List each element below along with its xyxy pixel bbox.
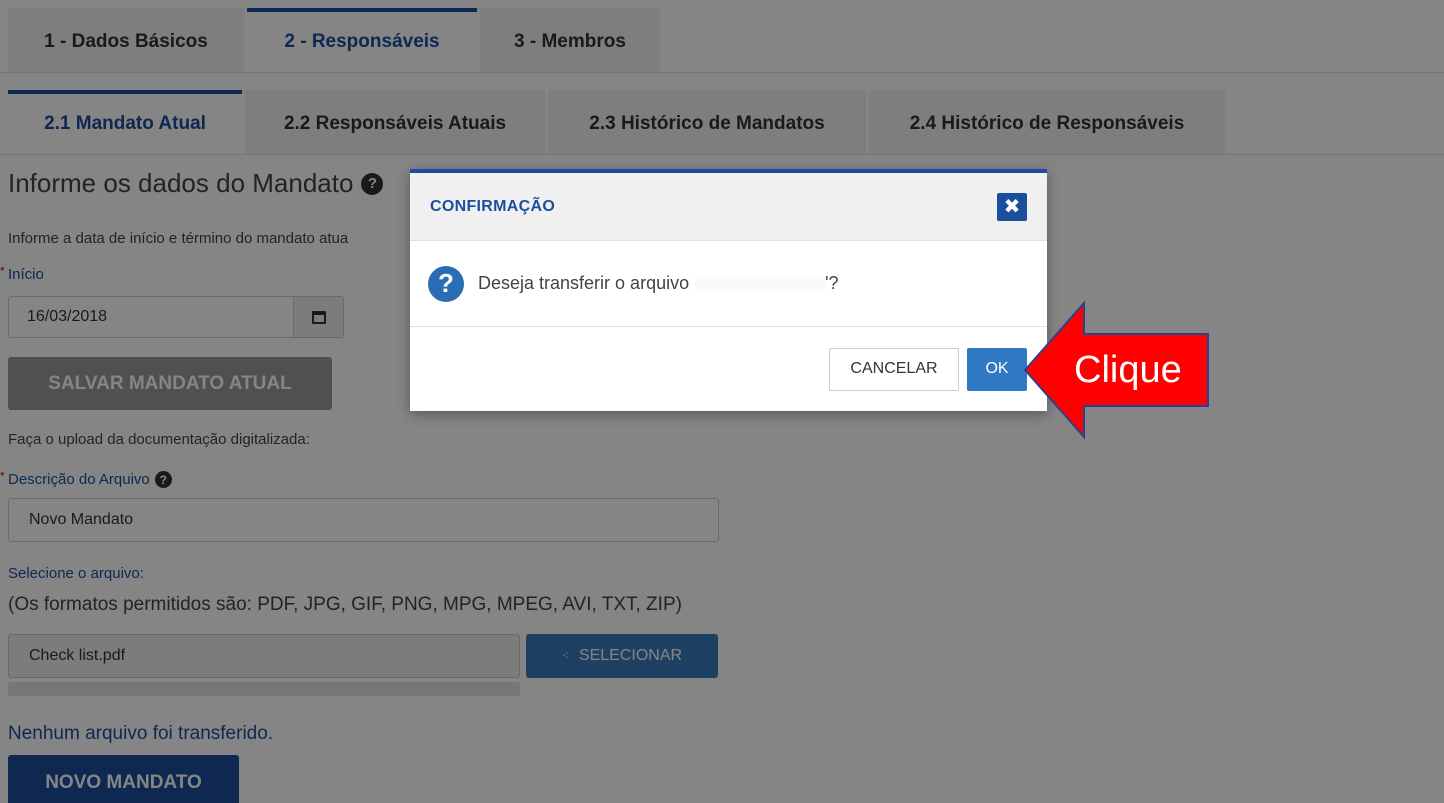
cancel-button[interactable]: CANCELAR — [829, 347, 959, 391]
dialog-footer: CANCELAR OK — [410, 327, 1047, 411]
close-icon[interactable]: ✖ — [997, 192, 1027, 221]
dialog-title: CONFIRMAÇÃO — [430, 197, 556, 215]
dialog-message-suffix: '? — [825, 273, 839, 293]
dialog-body: ? Deseja transferir o arquivo '? — [410, 241, 1047, 327]
dialog-message: Deseja transferir o arquivo '? — [478, 273, 839, 294]
confirmation-dialog: CONFIRMAÇÃO ✖ ? Deseja transferir o arqu… — [410, 169, 1047, 411]
dialog-message-prefix: Deseja transferir o arquivo — [478, 273, 690, 293]
redacted-file-name — [695, 275, 826, 292]
question-icon: ? — [428, 265, 464, 302]
callout-label: Clique — [1074, 349, 1182, 391]
dialog-header: CONFIRMAÇÃO ✖ — [410, 173, 1047, 241]
